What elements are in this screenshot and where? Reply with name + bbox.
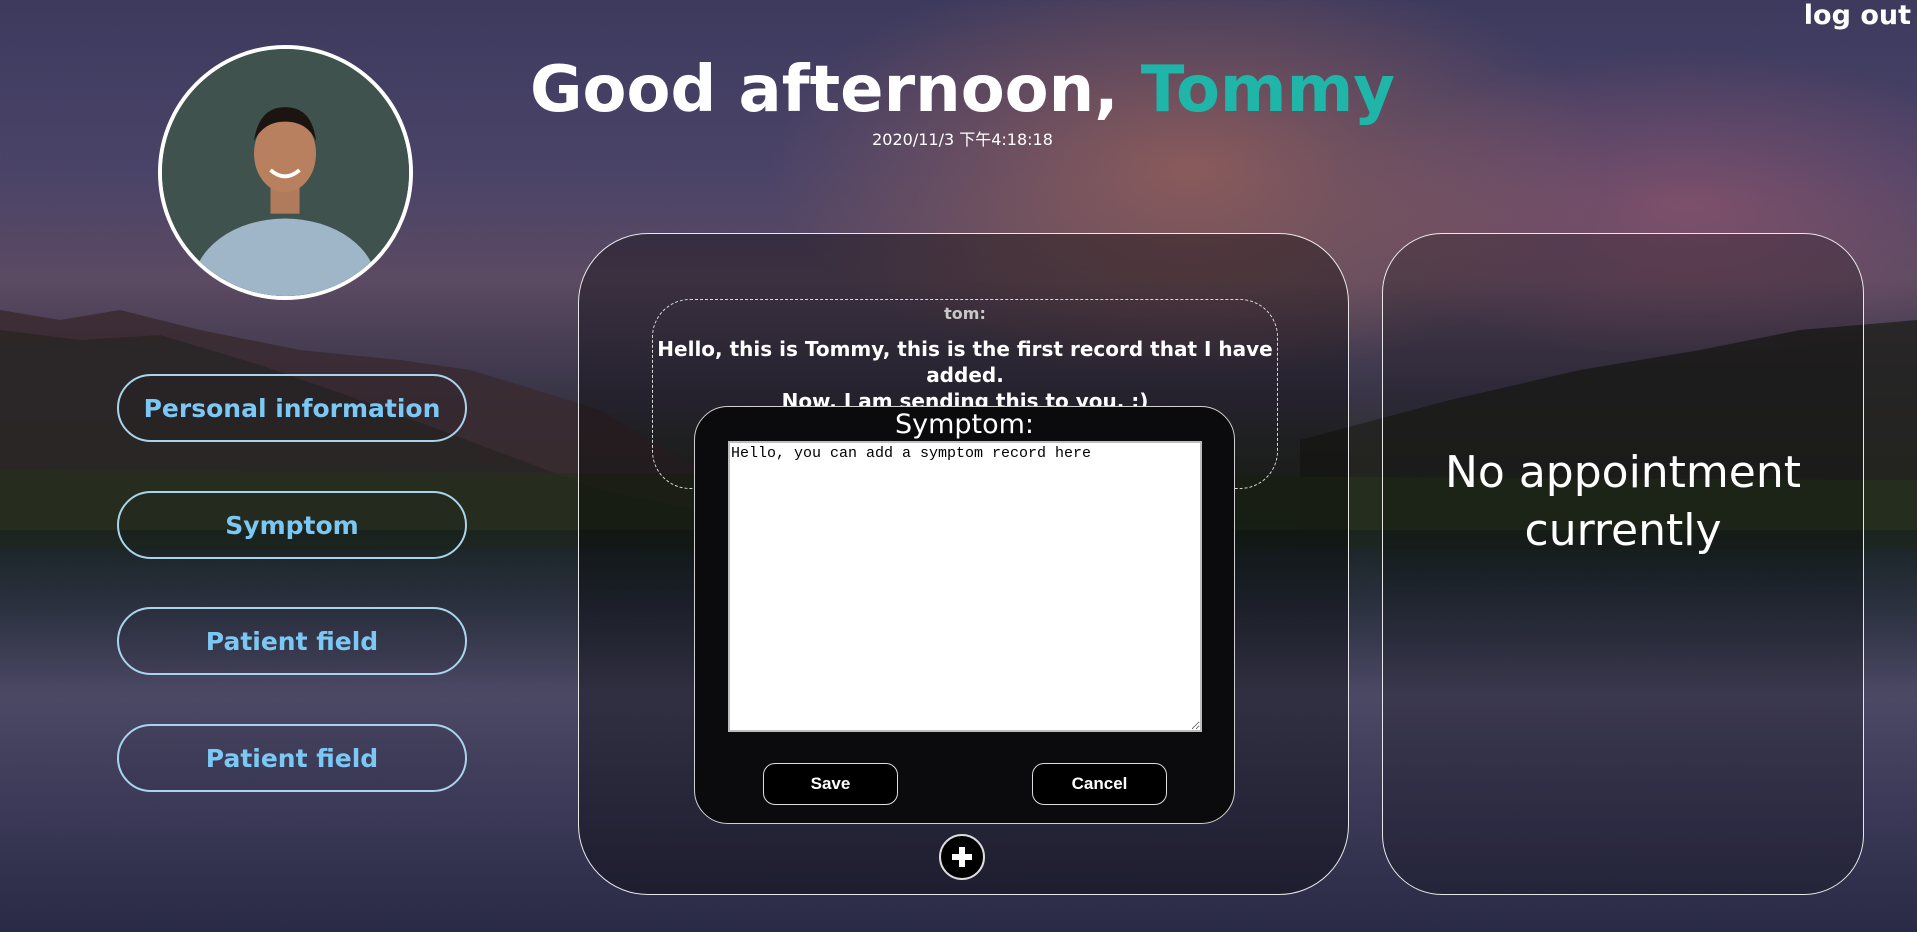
greeting-prefix: Good afternoon, — [529, 53, 1119, 127]
appointments-panel: No appointment currently — [1382, 233, 1864, 895]
nav-personal-information-button[interactable]: Personal information — [117, 374, 467, 442]
greeting: Good afternoon, Tommy — [0, 50, 1917, 130]
nav-patient-field-button[interactable]: Patient field — [117, 607, 467, 675]
record-text-line-1: Hello, this is Tommy, this is the first … — [657, 337, 1273, 387]
record-text: Hello, this is Tommy, this is the first … — [653, 336, 1277, 414]
record-author: tom: — [944, 304, 986, 323]
add-record-button[interactable] — [939, 834, 985, 880]
cancel-button[interactable]: Cancel — [1032, 763, 1167, 805]
logout-link[interactable]: log out — [1798, 0, 1917, 31]
current-datetime: 2020/11/3 下午4:18:18 — [872, 130, 1053, 149]
nav-patient-field-button-2[interactable]: Patient field — [117, 724, 467, 792]
no-appointment-line-2: currently — [1524, 505, 1722, 556]
symptom-editor-dialog: Symptom: Hello, you can add a symptom re… — [694, 406, 1235, 824]
user-name: Tommy — [1140, 53, 1396, 127]
plus-icon — [952, 847, 972, 867]
symptom-editor-title: Symptom: — [894, 409, 1035, 440]
symptom-textarea[interactable]: Hello, you can add a symptom record here — [728, 441, 1202, 732]
save-button[interactable]: Save — [763, 763, 898, 805]
no-appointment-message: No appointment currently — [1383, 444, 1863, 560]
nav-symptom-button[interactable]: Symptom — [117, 491, 467, 559]
no-appointment-line-1: No appointment — [1445, 447, 1801, 498]
